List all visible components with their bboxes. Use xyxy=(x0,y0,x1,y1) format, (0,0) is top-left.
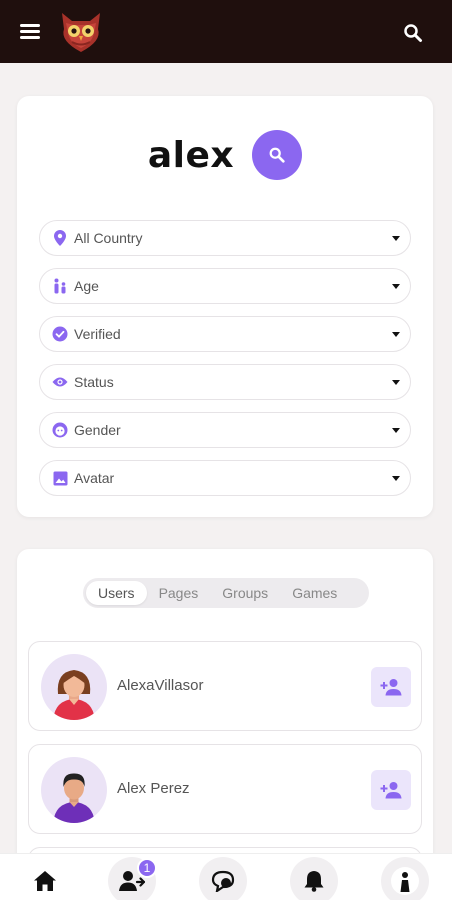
friend-requests-badge: 1 xyxy=(137,858,157,878)
query-row: alex xyxy=(17,130,433,180)
messages-icon[interactable] xyxy=(199,857,247,900)
filter-age-select[interactable]: Age xyxy=(39,268,411,304)
user-result-row[interactable]: Alex Perez xyxy=(28,744,422,834)
user-name[interactable]: Alex Perez xyxy=(117,780,190,797)
filter-label: Age xyxy=(74,278,99,294)
profile-avatar[interactable] xyxy=(381,857,429,900)
owl-logo[interactable] xyxy=(58,11,104,53)
filter-label: Status xyxy=(74,374,114,390)
home-icon[interactable] xyxy=(21,857,69,900)
user-name[interactable]: AlexaVillasor xyxy=(117,677,203,694)
tab-groups[interactable]: Groups xyxy=(210,581,280,605)
filter-label: Verified xyxy=(74,326,121,342)
search-query-text[interactable]: alex xyxy=(148,135,234,176)
eye-icon xyxy=(52,374,68,390)
filter-label: All Country xyxy=(74,230,143,246)
result-type-tabs: Users Pages Groups Games xyxy=(83,578,369,608)
search-icon[interactable] xyxy=(397,17,429,49)
filter-label: Gender xyxy=(74,422,121,438)
add-friend-button[interactable] xyxy=(371,667,411,707)
filter-label: Avatar xyxy=(74,470,115,486)
avatar[interactable] xyxy=(41,654,107,720)
hamburger-menu-icon[interactable] xyxy=(18,21,42,43)
caret-down-icon xyxy=(392,284,400,289)
results-card: Users Pages Groups Games AlexaVillasor A… xyxy=(17,549,433,900)
add-person-icon xyxy=(380,782,402,799)
filter-status-select[interactable]: Status xyxy=(39,364,411,400)
add-person-icon xyxy=(380,679,402,696)
avatar[interactable] xyxy=(41,757,107,823)
people-icon xyxy=(52,278,68,294)
bottom-nav-bar xyxy=(0,853,452,900)
filter-verified-select[interactable]: Verified xyxy=(39,316,411,352)
search-submit-button[interactable] xyxy=(252,130,303,180)
face-icon xyxy=(52,422,68,438)
tab-games[interactable]: Games xyxy=(280,581,349,605)
caret-down-icon xyxy=(392,332,400,337)
top-app-bar xyxy=(0,0,452,63)
tab-users[interactable]: Users xyxy=(86,581,147,605)
verified-check-icon xyxy=(52,326,68,342)
bell-icon[interactable] xyxy=(290,857,338,900)
caret-down-icon xyxy=(392,236,400,241)
caret-down-icon xyxy=(392,476,400,481)
filter-gender-select[interactable]: Gender xyxy=(39,412,411,448)
search-filter-card: alex All Country Age Verified Status Gen… xyxy=(17,96,433,517)
location-pin-icon xyxy=(52,230,68,246)
tab-pages[interactable]: Pages xyxy=(147,581,211,605)
filter-country-select[interactable]: All Country xyxy=(39,220,411,256)
user-result-row[interactable]: AlexaVillasor xyxy=(28,641,422,731)
add-friend-button[interactable] xyxy=(371,770,411,810)
image-icon xyxy=(52,470,68,486)
caret-down-icon xyxy=(392,428,400,433)
search-icon xyxy=(269,147,285,163)
filter-avatar-select[interactable]: Avatar xyxy=(39,460,411,496)
caret-down-icon xyxy=(392,380,400,385)
